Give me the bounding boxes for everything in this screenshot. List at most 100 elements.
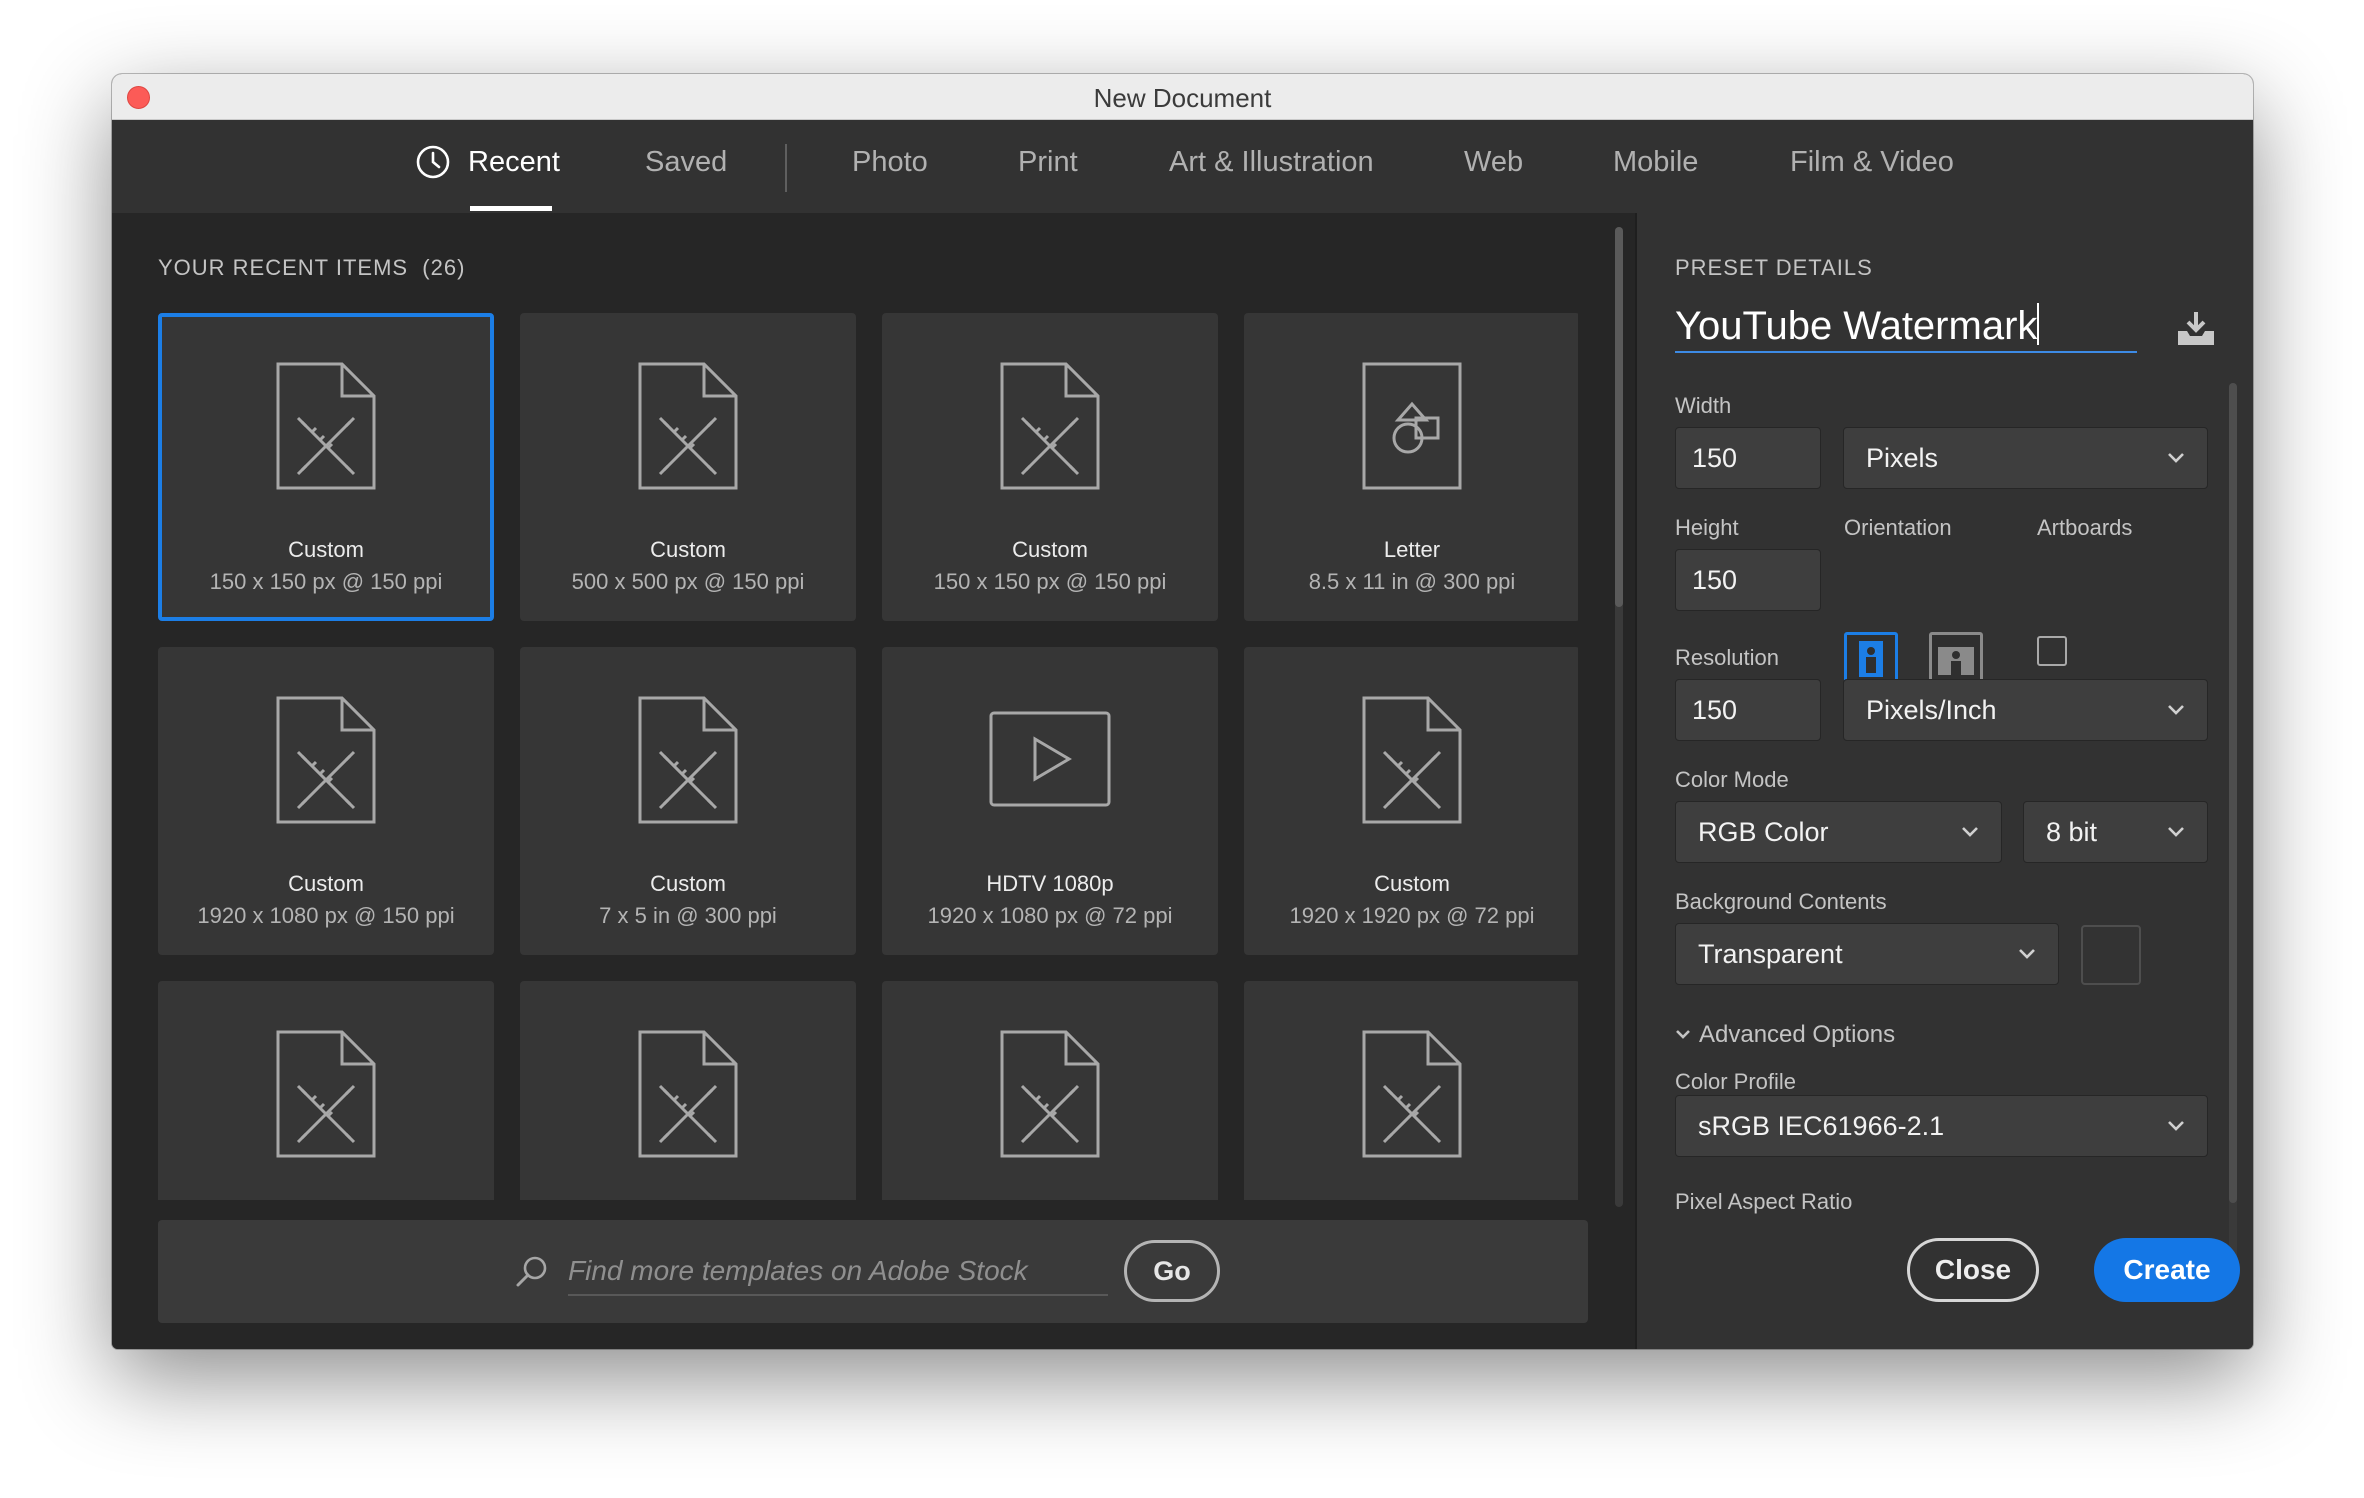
landscape-icon [1938, 647, 1974, 675]
color-mode-value: RGB Color [1698, 817, 1829, 847]
color-profile-value: sRGB IEC61966-2.1 [1698, 1111, 1945, 1141]
recent-item-card[interactable]: Custom 500 x 500 px @ 150 ppi [520, 313, 856, 621]
recent-item-name: Custom [1012, 537, 1088, 562]
recent-item-card[interactable]: HDTV 1080p 1920 x 1080 px @ 72 ppi [882, 647, 1218, 955]
window-title: New Document [1093, 83, 1272, 113]
recent-item-card[interactable]: Custom 1920 x 1080 px @ 150 ppi [158, 647, 494, 955]
artboards-checkbox[interactable] [2037, 636, 2067, 666]
recent-item-name: Custom [1374, 871, 1450, 896]
height-label: Height [1675, 515, 1739, 540]
recent-item-name: Custom [288, 871, 364, 896]
custom-document-icon [1000, 1030, 1100, 1158]
recent-item-card[interactable]: Custom 1920 x 1920 px @ 72 ppi [1244, 647, 1578, 955]
recent-item-detail: 1920 x 1080 px @ 150 ppi [197, 903, 455, 928]
custom-document-icon [276, 1030, 376, 1158]
preset-name-text: YouTube Watermark [1675, 304, 2038, 348]
tab-print[interactable]: Print [1018, 146, 1078, 179]
chevron-down-icon [1962, 827, 1978, 837]
resolution-unit-value: Pixels/Inch [1866, 695, 1997, 725]
recent-item-detail: 150 x 150 px @ 150 ppi [933, 569, 1167, 594]
recent-item-card[interactable] [158, 981, 494, 1200]
recent-item-name: Custom [650, 537, 726, 562]
chevron-down-icon [1676, 1030, 1690, 1039]
custom-document-icon [1362, 1030, 1462, 1158]
background-color-swatch[interactable] [2081, 925, 2141, 985]
pixel-aspect-label: Pixel Aspect Ratio [1675, 1189, 1853, 1214]
orientation-label: Orientation [1844, 515, 1952, 540]
recent-item-name: Custom [650, 871, 726, 896]
tab-photo[interactable]: Photo [852, 146, 928, 179]
letter-document-icon [1362, 362, 1462, 490]
recent-item-detail: 500 x 500 px @ 150 ppi [571, 569, 805, 594]
tab-art-illustration[interactable]: Art & Illustration [1169, 146, 1374, 179]
recent-item-card[interactable]: Custom 7 x 5 in @ 300 ppi [520, 647, 856, 955]
recent-item-card[interactable] [1244, 981, 1578, 1200]
custom-document-icon [638, 362, 738, 490]
recent-items-count: (26) [422, 255, 466, 280]
recent-item-card[interactable]: Letter 8.5 x 11 in @ 300 ppi [1244, 313, 1578, 621]
width-unit-select[interactable]: Pixels [1843, 427, 2208, 489]
tab-divider [785, 144, 787, 192]
recent-scroll-thumb[interactable] [1615, 227, 1623, 607]
chevron-down-icon [2168, 705, 2184, 715]
custom-document-icon [638, 1030, 738, 1158]
custom-document-icon [1362, 696, 1462, 824]
active-tab-indicator [470, 206, 552, 211]
recent-items-title: YOUR RECENT ITEMS [158, 255, 409, 280]
video-play-icon [989, 711, 1111, 807]
background-select[interactable]: Transparent [1675, 923, 2059, 985]
portrait-orientation-button[interactable] [1844, 632, 1898, 686]
recent-item-card[interactable]: Custom 150 x 150 px @ 150 ppi [882, 313, 1218, 621]
recent-item-card[interactable] [882, 981, 1218, 1200]
background-label: Background Contents [1675, 889, 1887, 914]
resolution-label: Resolution [1675, 645, 1779, 670]
resolution-input[interactable]: 150 [1675, 679, 1821, 741]
preset-scroll-thumb[interactable] [2229, 383, 2237, 1203]
recent-item-name: HDTV 1080p [986, 871, 1114, 896]
recent-item-detail: 7 x 5 in @ 300 ppi [599, 903, 777, 928]
height-input[interactable]: 150 [1675, 549, 1821, 611]
tab-mobile[interactable]: Mobile [1613, 146, 1698, 179]
recent-item-card[interactable]: Custom 150 x 150 px @ 150 ppi [158, 313, 494, 621]
chevron-down-icon [2168, 827, 2184, 837]
close-button[interactable]: Close [1907, 1238, 2039, 1302]
tab-film-video[interactable]: Film & Video [1790, 146, 1954, 179]
save-preset-icon[interactable] [2175, 309, 2217, 349]
custom-document-icon [638, 696, 738, 824]
recent-items-grid: Custom 150 x 150 px @ 150 ppi Custom 500 x … [158, 313, 1578, 1200]
chevron-down-icon [2168, 453, 2184, 463]
recent-item-detail: 150 x 150 px @ 150 ppi [209, 569, 443, 594]
chevron-down-icon [2019, 949, 2035, 959]
bit-depth-select[interactable]: 8 bit [2023, 801, 2208, 863]
new-document-dialog: New Document Recent Saved Photo Print Ar… [112, 74, 2253, 1349]
color-profile-select[interactable]: sRGB IEC61966-2.1 [1675, 1095, 2208, 1157]
custom-document-icon [276, 362, 376, 490]
tab-saved[interactable]: Saved [645, 146, 727, 179]
color-mode-select[interactable]: RGB Color [1675, 801, 2002, 863]
width-input[interactable]: 150 [1675, 427, 1821, 489]
width-unit-value: Pixels [1866, 443, 1939, 473]
recent-item-card[interactable] [520, 981, 856, 1200]
width-label: Width [1675, 393, 1732, 418]
artboards-label: Artboards [2037, 515, 2133, 540]
go-button[interactable]: Go [1124, 1240, 1220, 1302]
preset-name-field[interactable]: YouTube Watermark [1675, 303, 2137, 353]
clock-icon [416, 145, 450, 179]
recent-item-name: Custom [288, 537, 364, 562]
title-bar: New Document [112, 74, 2253, 120]
tab-web[interactable]: Web [1464, 146, 1523, 179]
recent-item-detail: 1920 x 1920 px @ 72 ppi [1289, 903, 1535, 928]
advanced-options-toggle[interactable]: Advanced Options [1675, 1021, 1895, 1049]
recent-items-pane: YOUR RECENT ITEMS (26) Custom 150 x 150 p… [112, 213, 1634, 1349]
landscape-orientation-button[interactable] [1929, 632, 1983, 686]
resolution-unit-select[interactable]: Pixels/Inch [1843, 679, 2208, 741]
tab-recent[interactable]: Recent [468, 146, 560, 179]
advanced-options-label: Advanced Options [1699, 1021, 1896, 1048]
bit-depth-value: 8 bit [2046, 817, 2098, 847]
stock-search-input[interactable] [568, 1248, 1108, 1296]
stock-search-bar: Go [158, 1220, 1588, 1323]
recent-items-header: YOUR RECENT ITEMS (26) [158, 255, 465, 281]
create-button[interactable]: Create [2094, 1238, 2240, 1302]
chevron-down-icon [2168, 1121, 2184, 1131]
preset-details-pane: PRESET DETAILS YouTube Watermark Width 1… [1635, 213, 2253, 1349]
